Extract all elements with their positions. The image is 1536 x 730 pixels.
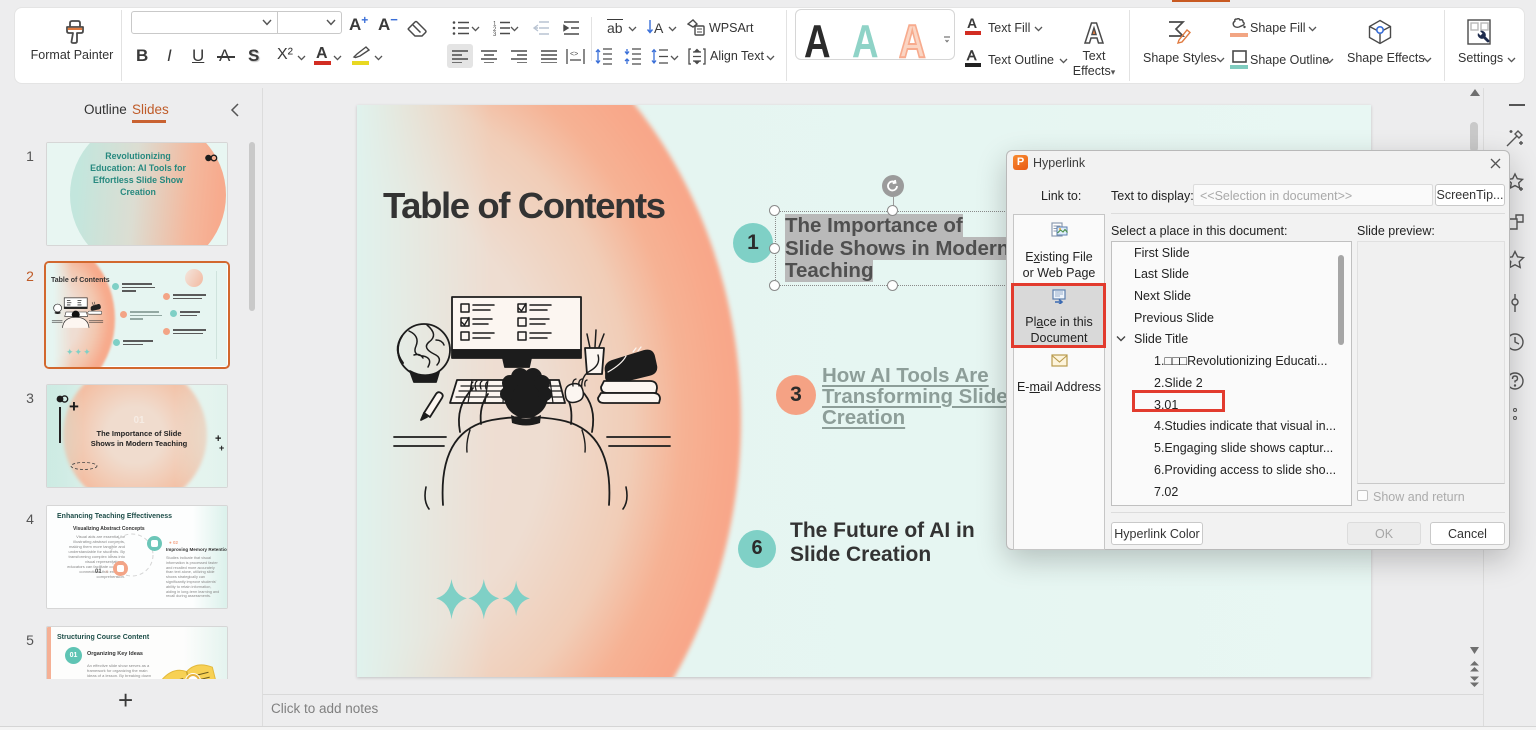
svg-text:<>: <> bbox=[570, 51, 578, 58]
svg-text:A: A bbox=[654, 20, 664, 36]
svg-text:3: 3 bbox=[493, 32, 497, 36]
